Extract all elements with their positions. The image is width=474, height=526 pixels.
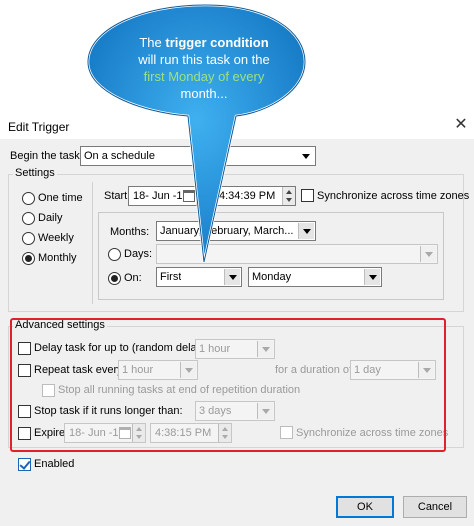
callout-text: The trigger condition will run this task… [92,34,316,102]
callout-highlight-text: first Monday of every [143,69,265,84]
callout-line-1: The trigger condition [92,34,316,51]
callout-bold-text: trigger condition [165,35,269,50]
callout-line-1-pre: The [139,35,166,50]
callout-line-2: will run this task on the [138,52,270,67]
callout-line-4: month... [180,86,228,101]
